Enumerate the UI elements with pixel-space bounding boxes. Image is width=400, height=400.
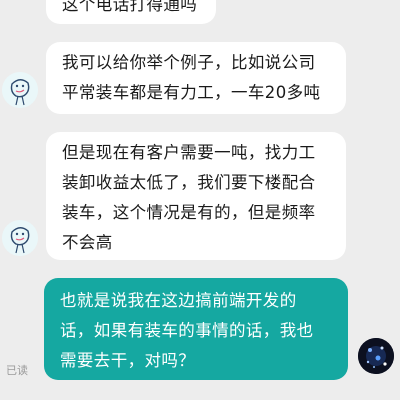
message-text-line: 这个电话打得通吗 [62,0,198,14]
message-text-line: 也就是说我在这边搞前端开发的 [60,291,297,310]
read-status: 已读 [6,364,28,377]
message-text-line: 我可以给你举个例子，比如说公司 [62,53,316,72]
message-bubble-incoming[interactable]: 但是现在有客户需要一吨，找力工 装卸收益太低了，我们要下楼配合 装车，这个情况是… [46,132,346,260]
cartoon-character-avatar-icon [2,72,38,108]
message-text-line: 平常装车都是有力工，一车20多吨 [62,83,321,102]
message-bubble-incoming[interactable]: 这个电话打得通吗 [46,0,216,24]
message-text-line: 但是现在有客户需要一吨，找力工 [62,143,316,162]
message-text-line: 装车，这个情况是有的，但是频率 [62,203,316,222]
starry-night-avatar-icon [358,338,394,374]
user-avatar[interactable] [358,338,394,374]
cartoon-character-avatar-icon [2,220,38,256]
message-text-line: 装卸收益太低了，我们要下楼配合 [62,173,316,192]
message-text-line: 需要去干，对吗？ [60,351,196,370]
message-text-line: 话，如果有装车的事情的话，我也 [60,321,314,340]
message-bubble-incoming[interactable]: 我可以给你举个例子，比如说公司 平常装车都是有力工，一车20多吨 [46,42,346,114]
message-text-line: 不会高 [62,233,113,252]
message-bubble-outgoing[interactable]: 也就是说我在这边搞前端开发的 话，如果有装车的事情的话，我也 需要去干，对吗？ [44,278,348,380]
contact-avatar[interactable] [2,72,38,108]
contact-avatar[interactable] [2,220,38,256]
